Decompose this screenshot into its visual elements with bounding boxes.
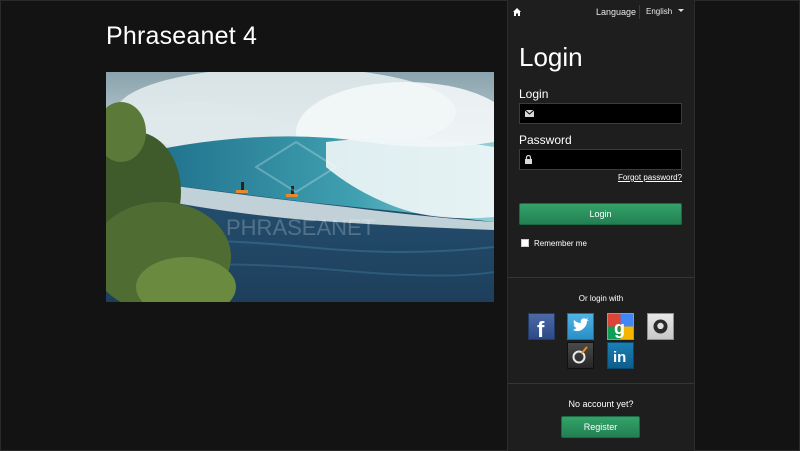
twitter-login-button[interactable] (567, 313, 594, 340)
chevron-down-icon (678, 9, 685, 13)
social-login-heading: Or login with (578, 294, 624, 303)
divider-register (508, 383, 694, 384)
home-icon[interactable] (512, 7, 522, 17)
linkedin-login-button[interactable]: in (607, 342, 634, 369)
register-button[interactable]: Register (561, 416, 640, 438)
login-input[interactable] (538, 104, 682, 125)
facebook-login-button[interactable]: f (528, 313, 555, 342)
github-login-button[interactable] (647, 313, 674, 340)
linkedin-icon: in (613, 349, 626, 366)
viadeo-icon (572, 346, 588, 364)
login-heading: Login (519, 42, 583, 72)
svg-text:g: g (614, 318, 625, 338)
facebook-icon: f (537, 317, 545, 342)
forgot-password-link[interactable]: Forgot password? (618, 173, 682, 182)
language-dropdown[interactable]: English (646, 7, 685, 16)
login-button[interactable]: Login (519, 203, 682, 225)
hero-image: PHRASEANET (106, 72, 494, 302)
hero-watermark: PHRASEANET (226, 215, 375, 240)
language-selected: English (646, 7, 673, 16)
no-account-prompt: No account yet? (568, 399, 634, 409)
lock-icon (525, 155, 532, 164)
remember-me-checkbox[interactable] (521, 238, 529, 247)
login-field[interactable] (519, 103, 682, 125)
password-field[interactable] (519, 149, 682, 171)
google-icon: g (608, 314, 633, 339)
envelope-icon (525, 110, 534, 117)
remember-me[interactable]: Remember me (521, 238, 587, 248)
panel-topbar: Language English (508, 0, 694, 25)
svg-text:f: f (537, 317, 545, 339)
language-label: Language (596, 7, 637, 17)
login-field-label: Login (519, 87, 549, 101)
remember-me-label: Remember me (534, 239, 587, 248)
svg-text:in: in (613, 349, 626, 366)
topbar-separator (639, 5, 640, 19)
password-field-label: Password (519, 133, 572, 147)
app-title: Phraseanet 4 (106, 22, 258, 50)
divider-social (508, 277, 694, 278)
google-login-button[interactable]: g (607, 313, 634, 340)
github-icon (653, 319, 668, 334)
twitter-icon (573, 318, 589, 332)
login-panel: Language English Login Login Password Fo… (507, 0, 695, 451)
password-input[interactable] (538, 150, 682, 171)
viadeo-login-button[interactable] (567, 342, 594, 369)
